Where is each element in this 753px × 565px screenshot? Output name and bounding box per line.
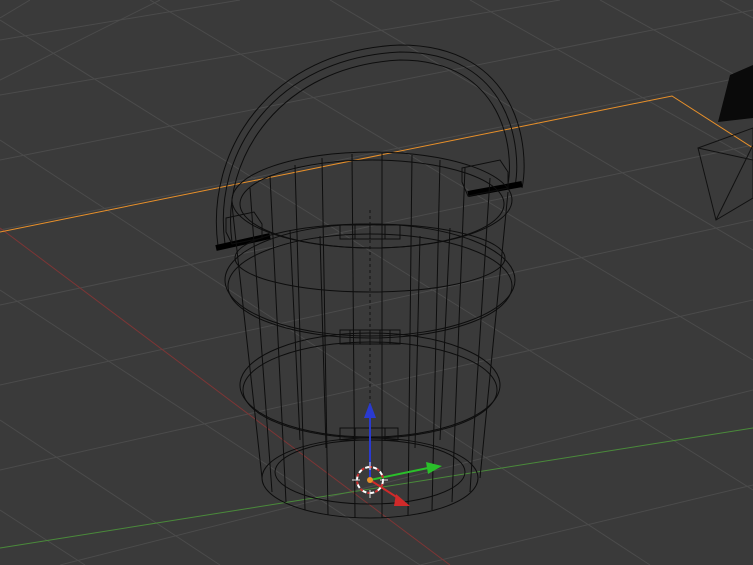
viewport-canvas[interactable] <box>0 0 753 565</box>
3d-viewport[interactable] <box>0 0 753 565</box>
